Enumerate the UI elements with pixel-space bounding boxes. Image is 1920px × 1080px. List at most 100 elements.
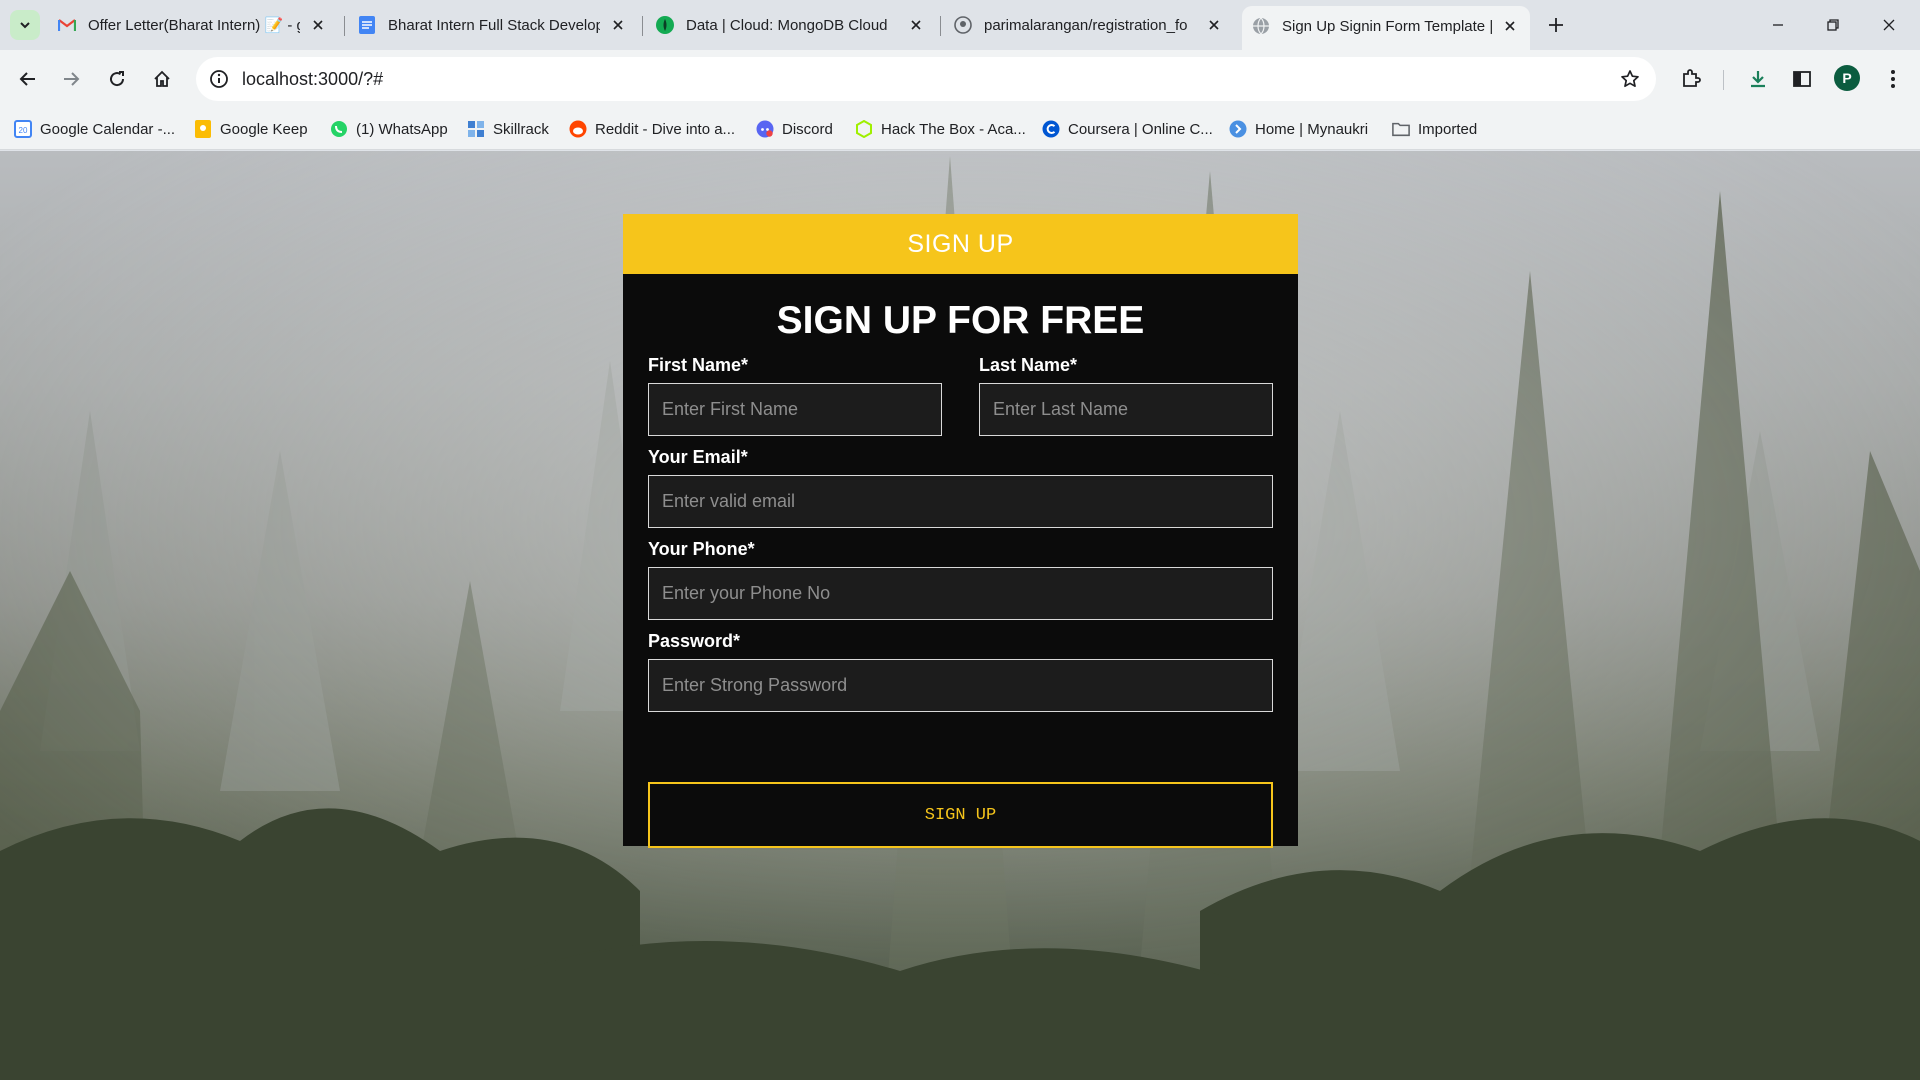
sign-up-button[interactable]: SIGN UP bbox=[648, 782, 1273, 848]
bookmark-google-keep[interactable]: Google Keep bbox=[194, 118, 308, 140]
first-name-input[interactable] bbox=[648, 383, 942, 436]
tab-divider bbox=[344, 16, 345, 36]
bookmark-label: Reddit - Dive into a... bbox=[595, 120, 736, 138]
last-name-group: Last Name* bbox=[979, 355, 1273, 447]
bookmark-label: Discord bbox=[782, 120, 833, 138]
google-docs-icon bbox=[358, 16, 376, 34]
coursera-icon bbox=[1042, 120, 1060, 138]
bookmark-imported-folder[interactable]: Imported bbox=[1392, 118, 1477, 140]
github-icon bbox=[954, 16, 972, 34]
tab-title: Data | Cloud: MongoDB Cloud bbox=[686, 16, 888, 34]
new-tab-button[interactable] bbox=[1543, 12, 1569, 38]
phone-input[interactable] bbox=[648, 567, 1273, 620]
tab-sign-up-form[interactable]: Sign Up Signin Form Template | bbox=[1242, 6, 1530, 50]
tab-title: Sign Up Signin Form Template | bbox=[1282, 17, 1492, 35]
close-icon[interactable] bbox=[608, 15, 628, 35]
skillrack-icon bbox=[467, 120, 485, 138]
tab-search-button[interactable] bbox=[10, 10, 40, 40]
bookmark-discord[interactable]: Discord bbox=[756, 118, 833, 140]
restore-button[interactable] bbox=[1819, 11, 1847, 39]
toolbar-divider bbox=[1723, 70, 1724, 90]
minimize-icon bbox=[1773, 24, 1783, 26]
side-panel-icon[interactable] bbox=[1788, 65, 1816, 93]
bookmark-whatsapp[interactable]: (1) WhatsApp bbox=[330, 118, 448, 140]
globe-icon bbox=[1252, 17, 1270, 35]
close-icon[interactable] bbox=[1500, 16, 1520, 36]
tab-divider bbox=[940, 16, 941, 36]
phone-label: Your Phone* bbox=[648, 539, 755, 559]
password-group: Password* bbox=[648, 631, 1273, 723]
last-name-input[interactable] bbox=[979, 383, 1273, 436]
site-info-icon[interactable] bbox=[208, 68, 230, 90]
folder-icon bbox=[1392, 120, 1410, 138]
tab-offer-letter[interactable]: Offer Letter(Bharat Intern) 📝 - g bbox=[48, 8, 338, 42]
bookmark-label: Coursera | Online C... bbox=[1068, 120, 1213, 138]
home-button[interactable] bbox=[147, 64, 177, 94]
calendar-icon: 20 bbox=[14, 120, 32, 138]
tab-divider bbox=[642, 16, 643, 36]
window-close-button[interactable] bbox=[1875, 11, 1903, 39]
gmail-icon bbox=[58, 16, 76, 34]
bookmark-label: Home | Mynaukri bbox=[1255, 120, 1369, 138]
signup-card: SIGN UP SIGN UP FOR FREE First Name* Las… bbox=[623, 214, 1298, 848]
phone-group: Your Phone* bbox=[648, 539, 1273, 631]
bookmark-skillrack[interactable]: Skillrack bbox=[467, 118, 549, 140]
close-icon bbox=[1883, 19, 1895, 31]
whatsapp-icon bbox=[330, 120, 348, 138]
arrow-right-icon bbox=[64, 72, 80, 86]
keep-icon bbox=[194, 120, 212, 138]
bookmarks-bar: 20 Google Calendar -... Google Keep (1) … bbox=[0, 108, 1920, 150]
tab-title: Bharat Intern Full Stack Develop bbox=[388, 16, 600, 34]
bookmark-label: Imported bbox=[1418, 120, 1478, 138]
bookmark-google-calendar[interactable]: 20 Google Calendar -... bbox=[14, 118, 175, 140]
tab-mongodb[interactable]: Data | Cloud: MongoDB Cloud bbox=[646, 8, 936, 42]
url-text[interactable]: localhost:3000/?# bbox=[242, 69, 383, 90]
bookmark-coursera[interactable]: Coursera | Online C... bbox=[1042, 118, 1213, 140]
extensions-icon[interactable] bbox=[1677, 65, 1705, 93]
address-bar[interactable]: localhost:3000/?# bbox=[196, 57, 1656, 101]
arrow-left-icon bbox=[19, 72, 35, 86]
first-name-group: First Name* bbox=[648, 355, 942, 447]
download-icon[interactable] bbox=[1744, 65, 1772, 93]
bookmark-hack-the-box[interactable]: Hack The Box - Aca... bbox=[855, 118, 1026, 140]
bookmark-star-icon[interactable] bbox=[1618, 67, 1642, 91]
bookmark-mynaukri[interactable]: Home | Mynaukri bbox=[1229, 118, 1368, 140]
restore-icon bbox=[1827, 19, 1839, 31]
minimize-button[interactable] bbox=[1764, 11, 1792, 39]
email-group: Your Email* bbox=[648, 447, 1273, 539]
plus-icon bbox=[1549, 18, 1563, 32]
bookmark-reddit[interactable]: Reddit - Dive into a... bbox=[569, 118, 735, 140]
reddit-icon bbox=[569, 120, 587, 138]
last-name-label: Last Name* bbox=[979, 355, 1078, 375]
back-button[interactable] bbox=[13, 64, 43, 94]
first-name-label: First Name* bbox=[648, 355, 749, 375]
close-icon[interactable] bbox=[906, 15, 926, 35]
profile-avatar[interactable]: P bbox=[1834, 65, 1860, 91]
svg-text:20: 20 bbox=[19, 126, 28, 135]
bookmark-label: (1) WhatsApp bbox=[356, 120, 448, 138]
home-icon bbox=[154, 70, 170, 87]
bookmark-label: Skillrack bbox=[493, 120, 549, 138]
bookmark-label: Google Calendar -... bbox=[40, 120, 176, 138]
close-icon[interactable] bbox=[1204, 15, 1224, 35]
reload-icon bbox=[110, 71, 125, 87]
email-label: Your Email* bbox=[648, 447, 748, 467]
naukri-icon bbox=[1229, 120, 1247, 138]
password-input[interactable] bbox=[648, 659, 1273, 712]
tab-bharat-intern[interactable]: Bharat Intern Full Stack Develop bbox=[348, 8, 638, 42]
close-icon[interactable] bbox=[308, 15, 328, 35]
tab-title: parimalarangan/registration_fo bbox=[984, 16, 1188, 34]
hackthebox-icon bbox=[855, 120, 873, 138]
chevron-down-icon bbox=[20, 22, 30, 29]
tab-strip: Offer Letter(Bharat Intern) 📝 - g Bharat… bbox=[0, 0, 1920, 50]
reload-button[interactable] bbox=[102, 64, 132, 94]
tab-github[interactable]: parimalarangan/registration_fo bbox=[944, 8, 1234, 42]
page-viewport: SIGN UP SIGN UP FOR FREE First Name* Las… bbox=[0, 151, 1920, 1080]
menu-kebab-icon[interactable] bbox=[1879, 65, 1907, 93]
mongodb-icon bbox=[656, 16, 674, 34]
browser-toolbar: localhost:3000/?# P bbox=[0, 50, 1920, 108]
forward-button[interactable] bbox=[56, 64, 86, 94]
form-title: SIGN UP FOR FREE bbox=[776, 299, 1145, 342]
bookmark-label: Google Keep bbox=[220, 120, 308, 138]
email-input[interactable] bbox=[648, 475, 1273, 528]
